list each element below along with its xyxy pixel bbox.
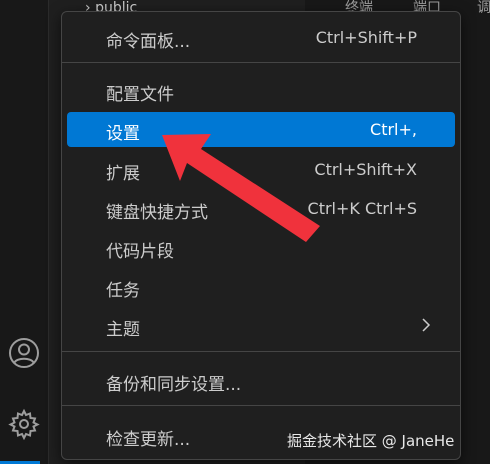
menu-separator	[62, 351, 460, 352]
menu-item-extensions[interactable]: 扩展 Ctrl+Shift+X	[67, 152, 455, 187]
menu-item-label: 扩展	[106, 164, 140, 184]
menu-item-label: 设置	[106, 124, 140, 144]
account-icon[interactable]	[8, 337, 40, 369]
menu-item-label: 备份和同步设置...	[106, 375, 242, 395]
menu-item-shortcut: Ctrl+Shift+X	[314, 160, 417, 179]
menu-item-label: 主题	[106, 320, 140, 340]
menu-item-tasks[interactable]: 任务	[67, 269, 455, 304]
menu-item-label: 代码片段	[106, 242, 174, 262]
menu-item-shortcut: Ctrl+K Ctrl+S	[307, 199, 417, 218]
menu-separator	[62, 62, 460, 63]
menu-item-snippets[interactable]: 代码片段	[67, 230, 455, 265]
menu-item-keyboard-shortcuts[interactable]: 键盘快捷方式 Ctrl+K Ctrl+S	[67, 191, 455, 226]
tab-debug[interactable]: 调	[477, 0, 490, 17]
menu-item-label: 键盘快捷方式	[106, 203, 208, 223]
menu-item-label: 任务	[106, 281, 140, 301]
menu-item-shortcut: Ctrl+Shift+P	[315, 28, 417, 47]
menu-item-themes[interactable]: 主题	[67, 308, 455, 343]
menu-separator	[62, 405, 460, 406]
chevron-right-icon	[422, 318, 431, 332]
menu-item-label: 检查更新...	[106, 430, 191, 450]
menu-item-shortcut: Ctrl+,	[370, 120, 417, 139]
menu-item-label: 命令面板...	[106, 32, 191, 52]
watermark: 掘金技术社区 @ JaneHe	[287, 432, 455, 450]
menu-item-settings[interactable]: 设置 Ctrl+,	[67, 112, 455, 147]
manage-context-menu: 命令面板... Ctrl+Shift+P 配置文件 设置 Ctrl+, 扩展 C…	[61, 11, 461, 460]
menu-item-backup-sync[interactable]: 备份和同步设置...	[67, 363, 455, 398]
activity-bar	[0, 0, 49, 464]
menu-item-command-palette[interactable]: 命令面板... Ctrl+Shift+P	[67, 20, 455, 55]
menu-item-label: 配置文件	[106, 85, 174, 105]
gear-icon[interactable]	[8, 408, 40, 440]
menu-item-profiles[interactable]: 配置文件	[67, 73, 455, 108]
